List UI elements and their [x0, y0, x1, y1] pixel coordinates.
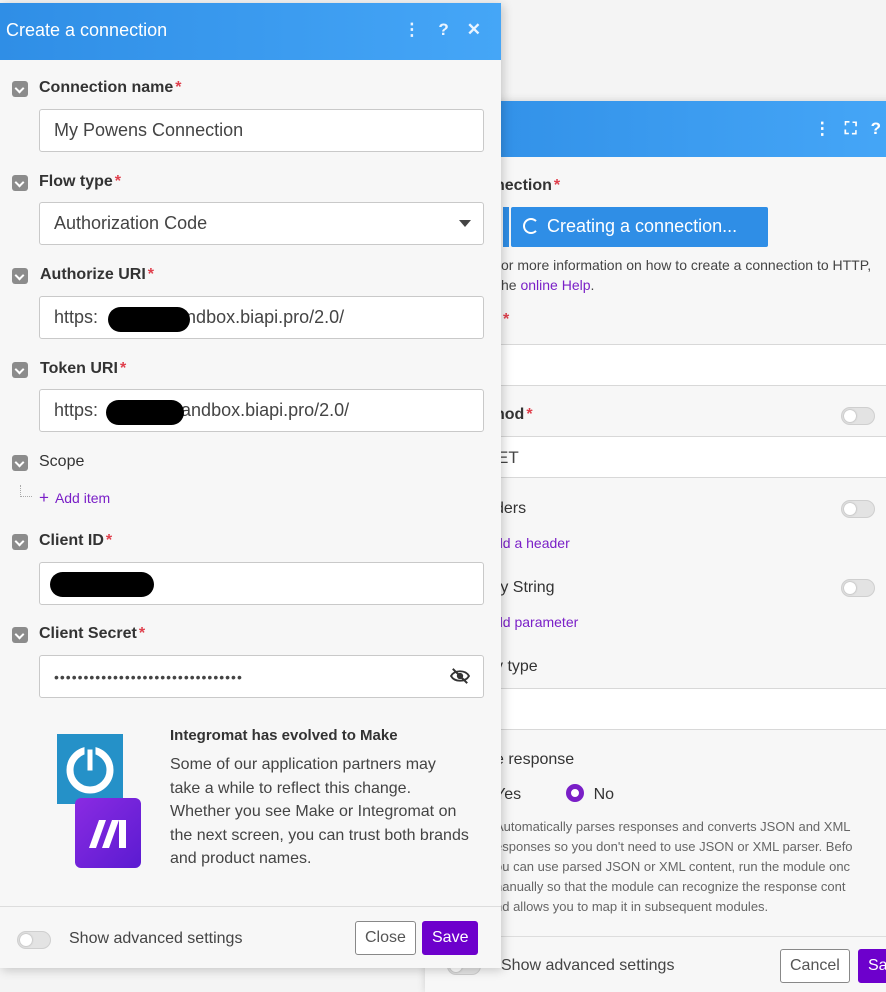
parse-response-label: e response — [495, 751, 575, 768]
brand-notice-text: Some of our application partners may tak… — [170, 756, 469, 867]
query-map-toggle[interactable] — [841, 579, 875, 597]
collapse-toggle-icon[interactable] — [12, 362, 28, 378]
token-uri-label: Token URI * — [40, 360, 127, 377]
url-required-mark: * — [503, 311, 510, 328]
authorize-uri-input[interactable]: https: andbox.biapi.pro/2.0/ — [39, 296, 484, 339]
collapse-toggle-icon[interactable] — [12, 627, 28, 643]
close-icon[interactable]: ✕ — [467, 20, 481, 40]
create-connection-dialog: Create a connection ⋮ ? ✕ Connection nam… — [0, 3, 501, 968]
eye-slash-icon[interactable] — [449, 667, 471, 685]
more-vertical-icon[interactable]: ⋮ — [403, 20, 420, 40]
close-button[interactable]: Close — [355, 921, 416, 955]
tree-line — [20, 485, 32, 497]
redacted-block — [108, 307, 190, 332]
connection-label: nection * — [495, 177, 561, 194]
chevron-down-icon — [459, 220, 471, 227]
add-parameter-link[interactable]: dd parameter — [495, 614, 578, 630]
more-vertical-icon[interactable]: ⋮ — [814, 119, 831, 139]
add-header-link[interactable]: dd a header — [495, 535, 570, 551]
connection-name-label: Connection name * — [39, 79, 182, 96]
save-button[interactable]: Sa — [858, 949, 886, 983]
plus-icon: + — [39, 488, 49, 507]
advanced-settings-label: Show advanced settings — [69, 930, 243, 947]
expand-icon[interactable]: ⛶ — [845, 119, 857, 139]
online-help-link[interactable]: online Help — [520, 277, 590, 293]
client-secret-input[interactable]: •••••••••••••••••••••••••••••••• — [39, 655, 484, 698]
creating-connection-button[interactable]: Creating a connection... — [511, 207, 768, 247]
make-logo-icon — [75, 798, 141, 868]
cancel-button[interactable]: Cancel — [780, 949, 850, 983]
redacted-block — [106, 400, 184, 425]
client-secret-label: Client Secret * — [39, 625, 146, 642]
dialog-title: Create a connection — [6, 20, 168, 40]
client-id-label: Client ID * — [39, 532, 113, 549]
redacted-block — [50, 572, 154, 597]
collapse-toggle-icon[interactable] — [12, 175, 28, 191]
collapse-toggle-icon[interactable] — [12, 81, 28, 97]
help-icon[interactable]: ? — [438, 20, 448, 40]
add-item-button[interactable]: + Add item — [39, 488, 110, 508]
dialog-header: Create a connection ⋮ ? ✕ — [0, 3, 501, 60]
connection-help-text: or more information on how to create a c… — [501, 257, 872, 293]
body-type-label: y type — [495, 658, 538, 675]
advanced-settings-label: Show advanced settings — [501, 957, 675, 974]
collapse-toggle-icon[interactable] — [12, 268, 28, 284]
save-button[interactable]: Save — [422, 921, 479, 955]
parse-response-description: Automatically parses responses and conve… — [495, 819, 853, 914]
radio-no-label[interactable]: No — [594, 786, 614, 803]
brand-notice-title: Integromat has evolved to Make — [170, 727, 398, 744]
query-string-label: ry String — [495, 579, 555, 596]
authorize-uri-label: Authorize URI * — [40, 266, 155, 283]
advanced-settings-toggle[interactable] — [17, 931, 51, 949]
flow-type-select[interactable]: Authorization Code — [39, 202, 484, 245]
parse-response-radios: Yes No — [495, 784, 614, 804]
scope-label: Scope — [39, 453, 85, 470]
headers-map-toggle[interactable] — [841, 500, 875, 518]
dialog-footer: Show advanced settings Close Save — [0, 906, 501, 968]
flow-type-label: Flow type * — [39, 173, 122, 190]
method-map-toggle[interactable] — [841, 407, 875, 425]
spinner-icon — [523, 218, 539, 234]
radio-no-selected-icon[interactable] — [565, 784, 584, 802]
help-icon[interactable]: ? — [871, 119, 881, 139]
integromat-logo-icon — [57, 734, 123, 804]
collapse-toggle-icon[interactable] — [12, 455, 28, 471]
connection-name-input[interactable]: My Powens Connection — [39, 109, 484, 152]
connection-selector-edge — [503, 207, 509, 247]
client-id-input[interactable] — [39, 562, 484, 605]
collapse-toggle-icon[interactable] — [12, 534, 28, 550]
token-uri-input[interactable]: https: sandbox.biapi.pro/2.0/ — [39, 389, 484, 432]
